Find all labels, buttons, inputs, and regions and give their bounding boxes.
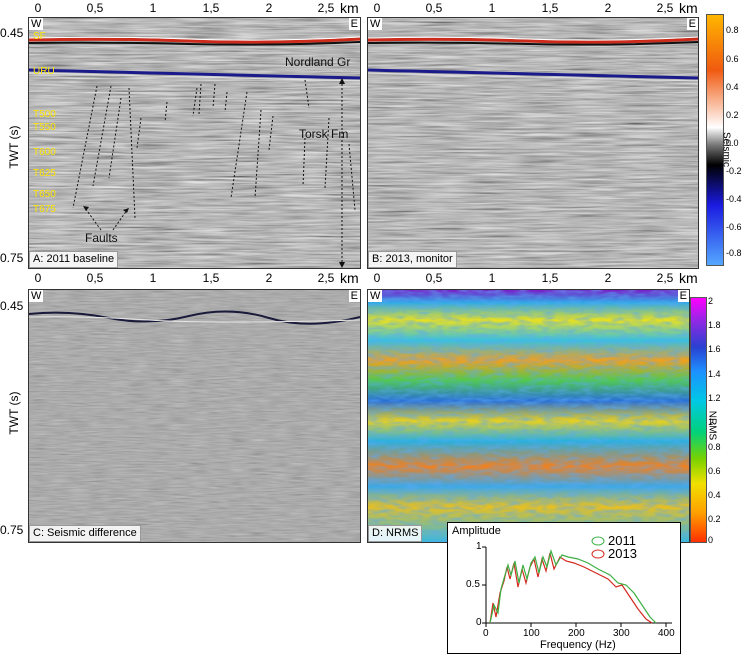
x-tick: 2,5 xyxy=(317,1,335,15)
colorbar-nrms-tick: 0.4 xyxy=(708,490,721,500)
horizon-uru: URU xyxy=(33,66,55,77)
east-marker-d: E xyxy=(677,290,689,302)
x-unit: km xyxy=(340,270,359,286)
horizon-sf: SF xyxy=(33,31,46,42)
colorbar-nrms-tick: 1 xyxy=(708,417,714,427)
panel-b-label: B: 2013, monitor xyxy=(368,251,457,268)
west-marker-b: W xyxy=(368,18,383,30)
x-tick: 0,5 xyxy=(425,271,443,285)
colorbar-seismic-tick: 0.6 xyxy=(726,54,739,64)
y-tick-top-a: 0.45 xyxy=(0,26,24,40)
horizon-t625: T625 xyxy=(33,168,56,179)
annotation-faults: Faults xyxy=(85,231,118,245)
inset-xtick: 100 xyxy=(523,628,540,639)
x-unit: km xyxy=(679,270,698,286)
inset-ytick: 0.5 xyxy=(466,579,480,590)
horizon-t550: T550 xyxy=(33,122,56,133)
annotation-nordland: Nordland Gr xyxy=(285,55,351,69)
x-tick: 2,5 xyxy=(656,1,674,15)
x-tick: 1 xyxy=(488,1,496,15)
west-marker-d: W xyxy=(368,290,383,302)
x-tick: 1,5 xyxy=(541,271,559,285)
x-tick: 1,5 xyxy=(541,1,559,15)
panel-a-label: A: 2011 baseline xyxy=(29,251,119,268)
inset-xlabel: Frequency (Hz) xyxy=(540,639,616,651)
annotation-torsk: Torsk Fm xyxy=(299,127,349,141)
x-tick: 0,5 xyxy=(86,1,104,15)
x-unit: km xyxy=(679,0,698,16)
x-tick: 2,5 xyxy=(317,271,335,285)
x-tick: 0 xyxy=(34,271,42,285)
x-tick: 0 xyxy=(34,1,42,15)
x-tick: 0 xyxy=(373,271,381,285)
horizon-t600: T600 xyxy=(33,147,56,158)
inset-xtick: 0 xyxy=(483,628,489,639)
colorbar-nrms xyxy=(690,297,707,543)
colorbar-seismic-tick: 0.8 xyxy=(726,25,739,35)
horizon-t650: T650 xyxy=(33,189,56,200)
y-tick-bottom-a: 0.75 xyxy=(0,251,24,265)
x-tick: 2 xyxy=(604,1,612,15)
colorbar-seismic-title: Seismic xyxy=(720,131,732,167)
panel-c-seismic-difference: W E C: Seismic difference xyxy=(28,289,361,543)
colorbar-nrms-tick: 1.2 xyxy=(708,393,721,403)
seismic-section-c xyxy=(29,290,360,542)
inset-ytick: 0 xyxy=(476,617,482,628)
y-axis-label-c: TWT (s) xyxy=(7,391,21,435)
colorbar-nrms-tick: 0.8 xyxy=(708,442,721,452)
east-marker-c: E xyxy=(348,290,360,302)
horizon-t675: T675 xyxy=(33,204,56,215)
x-tick: 1 xyxy=(149,1,157,15)
horizon-t500: T500 xyxy=(33,109,56,120)
west-marker-a: W xyxy=(29,18,44,30)
y-tick-bottom-c: 0.75 xyxy=(0,523,24,537)
inset-ytick: 1 xyxy=(476,541,482,552)
x-tick: 1,5 xyxy=(202,1,220,15)
x-tick: 1,5 xyxy=(202,271,220,285)
seismic-section-b xyxy=(368,18,698,268)
panel-c-label: C: Seismic difference xyxy=(29,525,141,542)
colorbar-nrms-tick: 1.8 xyxy=(708,320,721,330)
x-unit: km xyxy=(340,0,359,16)
east-marker-b: E xyxy=(686,18,698,30)
colorbar-seismic-tick: -0.8 xyxy=(726,248,742,258)
colorbar-nrms-tick: 1.6 xyxy=(708,344,721,354)
legend-2013: 2013 xyxy=(608,546,637,561)
x-tick: 1 xyxy=(149,271,157,285)
x-tick: 2 xyxy=(265,271,273,285)
x-tick: 0,5 xyxy=(425,1,443,15)
inset-xtick: 300 xyxy=(613,628,630,639)
east-marker-a: E xyxy=(348,18,360,30)
frequency-spectrum-inset: Amplitude 1 0.5 0 0 100 200 300 400 Freq… xyxy=(447,522,681,654)
colorbar-seismic-tick: -0.2 xyxy=(726,166,742,176)
colorbar-nrms-tick: 0.2 xyxy=(708,514,721,524)
colorbar-nrms-tick: 0.6 xyxy=(708,466,721,476)
nrms-map xyxy=(368,290,689,542)
west-marker-c: W xyxy=(29,290,44,302)
x-tick: 2 xyxy=(604,271,612,285)
x-tick: 2 xyxy=(265,1,273,15)
colorbar-seismic-tick: 0.2 xyxy=(726,110,739,120)
inset-xtick: 400 xyxy=(658,628,675,639)
colorbar-nrms-tick: 1.4 xyxy=(708,369,721,379)
colorbar-seismic-tick: -0.6 xyxy=(726,222,742,232)
y-tick-top-c: 0.45 xyxy=(0,299,24,313)
colorbar-nrms-tick: 0 xyxy=(708,535,714,545)
panel-d-label: D: NRMS xyxy=(368,525,423,542)
colorbar-seismic-tick: 0.0 xyxy=(726,138,739,148)
x-tick: 0,5 xyxy=(86,271,104,285)
panel-a-2011-baseline: W E SF URU T500 T550 T600 T625 T650 T675… xyxy=(28,17,361,269)
panel-b-2013-monitor: W E B: 2013, monitor xyxy=(367,17,699,269)
panel-d-nrms: W E D: NRMS xyxy=(367,289,690,543)
inset-xtick: 200 xyxy=(568,628,585,639)
x-tick: 1 xyxy=(488,271,496,285)
colorbar-seismic-tick: 0.4 xyxy=(726,82,739,92)
spectrum-2011-line xyxy=(489,548,657,624)
y-axis-label-a: TWT (s) xyxy=(7,125,21,169)
x-tick: 0 xyxy=(373,1,381,15)
colorbar-seismic-tick: -0.4 xyxy=(726,194,742,204)
colorbar-nrms-tick: 2 xyxy=(708,296,714,306)
x-tick: 2,5 xyxy=(656,271,674,285)
